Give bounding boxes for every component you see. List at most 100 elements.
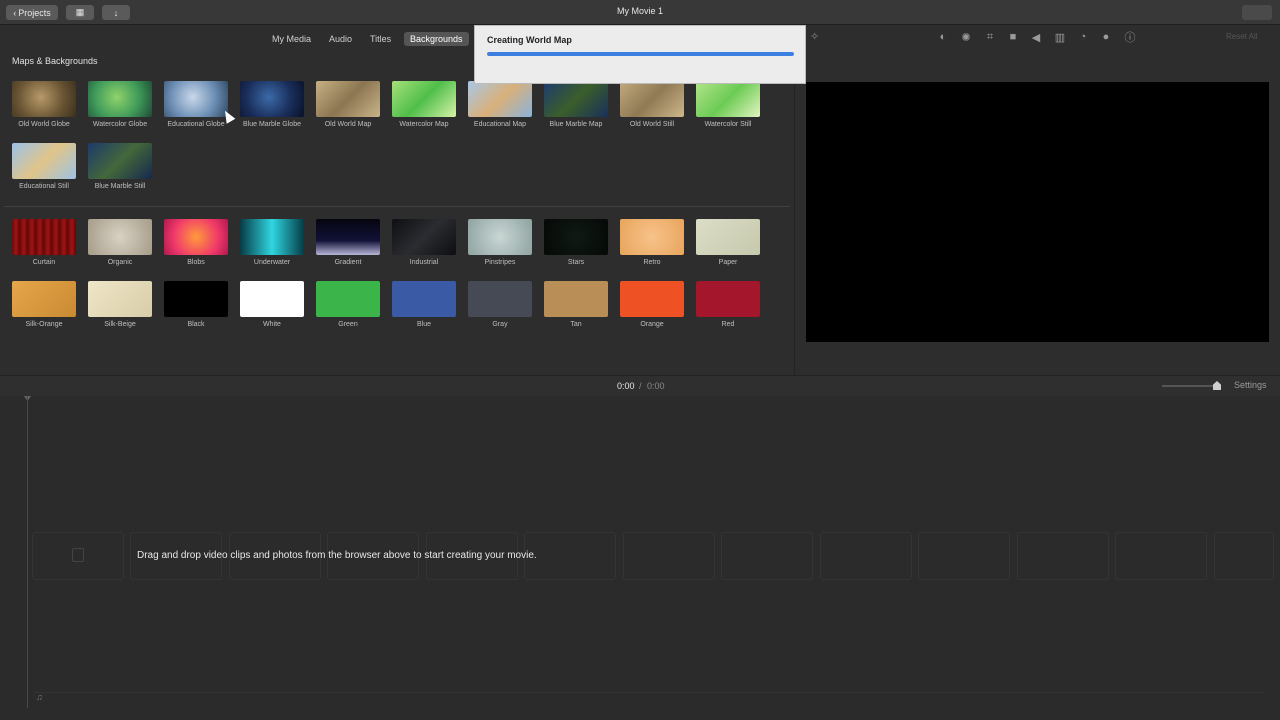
background-thumbnail (696, 219, 760, 255)
map-label: Old World Map (324, 121, 372, 128)
background-tile[interactable]: Tan (543, 281, 609, 331)
playhead[interactable] (27, 396, 28, 708)
share-button[interactable] (1242, 5, 1272, 20)
background-tile[interactable]: Gradient (315, 219, 381, 269)
map-tile[interactable]: Blue Marble Map (543, 81, 609, 131)
projects-button[interactable]: ‹ Projects (6, 5, 58, 20)
background-thumbnail (240, 281, 304, 317)
magic-wand-icon[interactable]: ✧ (810, 30, 819, 43)
background-tile[interactable]: White (239, 281, 305, 331)
background-thumbnail (620, 219, 684, 255)
background-tile[interactable]: Silk-Orange (11, 281, 77, 331)
stabilization-icon[interactable]: ■ (1006, 30, 1020, 44)
background-label: Gradient (334, 259, 362, 266)
tab-my-media[interactable]: My Media (266, 32, 317, 46)
film-strip-icon: ▦ (75, 7, 85, 17)
time-separator: / (639, 381, 642, 391)
map-tile[interactable]: Watercolor Still (695, 81, 761, 131)
background-thumbnail (12, 219, 76, 255)
background-thumbnail (240, 219, 304, 255)
background-label: Blue (416, 321, 431, 328)
map-thumbnail (620, 81, 684, 117)
map-tile[interactable]: Watercolor Globe (87, 81, 153, 131)
zoom-slider-knob[interactable] (1213, 381, 1221, 390)
map-tile[interactable]: Educational Globe (163, 81, 229, 131)
background-label: Paper (718, 259, 738, 266)
timeline-slot (918, 532, 1010, 580)
background-label: Pinstripes (484, 259, 516, 266)
map-tile[interactable]: Educational Still (11, 143, 77, 193)
map-tile[interactable]: Old World Still (619, 81, 685, 131)
map-tile[interactable]: Blue Marble Globe (239, 81, 305, 131)
background-tile[interactable]: Black (163, 281, 229, 331)
settings-button[interactable]: Settings (1234, 380, 1267, 390)
timeline-slot (623, 532, 715, 580)
equalizer-icon[interactable]: ▥ (1053, 30, 1067, 44)
map-label: Old World Globe (18, 121, 70, 128)
tab-backgrounds[interactable]: Backgrounds (404, 32, 469, 46)
color-balance-icon[interactable]: ◐ (936, 30, 950, 44)
map-thumbnail (88, 81, 152, 117)
map-tile[interactable]: Blue Marble Still (87, 143, 153, 193)
background-tile[interactable]: Retro (619, 219, 685, 269)
reset-all-button[interactable]: Reset All (1226, 32, 1258, 41)
import-button[interactable]: ↓ (102, 5, 130, 20)
background-thumbnail (316, 281, 380, 317)
map-tile[interactable]: Old World Globe (11, 81, 77, 131)
crop-icon[interactable]: ⌗ (983, 30, 997, 44)
map-thumbnail (12, 81, 76, 117)
background-tile[interactable]: Gray (467, 281, 533, 331)
background-thumbnail (620, 281, 684, 317)
map-label: Old World Still (629, 121, 675, 128)
background-tile[interactable]: Orange (619, 281, 685, 331)
timeline[interactable]: Drag and drop video clips and photos fro… (0, 396, 1280, 720)
background-tile[interactable]: Stars (543, 219, 609, 269)
progress-bar-fill (487, 52, 794, 56)
background-thumbnail (468, 281, 532, 317)
map-thumbnail (164, 81, 228, 117)
background-tile[interactable]: Organic (87, 219, 153, 269)
volume-icon[interactable]: ◀ (1029, 30, 1043, 44)
progress-bar (487, 52, 794, 56)
map-tile[interactable]: Educational Map (467, 81, 533, 131)
background-label: Red (721, 321, 735, 328)
background-tile[interactable]: Paper (695, 219, 761, 269)
map-thumbnail (544, 81, 608, 117)
background-thumbnail (316, 219, 380, 255)
clip-placeholder-icon (72, 548, 84, 562)
background-label: Blobs (187, 259, 205, 266)
background-tile[interactable]: Green (315, 281, 381, 331)
time-bar: 0:00 / 0:00 Settings (0, 375, 1280, 395)
background-tile[interactable]: Curtain (11, 219, 77, 269)
media-library-button[interactable]: ▦ (66, 5, 94, 20)
background-tile[interactable]: Blobs (163, 219, 229, 269)
zoom-slider-track[interactable] (1162, 385, 1218, 387)
background-thumbnail (468, 219, 532, 255)
filter-icon[interactable]: ● (1099, 30, 1113, 44)
background-label: Retro (643, 259, 661, 266)
background-thumbnail (88, 281, 152, 317)
map-tile[interactable]: Watercolor Map (391, 81, 457, 131)
background-tile[interactable]: Blue (391, 281, 457, 331)
backgrounds-browser: Maps & Backgrounds Old World Globe Waterc… (0, 50, 794, 375)
map-label: Educational Still (19, 183, 69, 190)
map-label: Educational Globe (167, 121, 225, 128)
color-correction-icon[interactable]: ✺ (959, 30, 973, 44)
background-tile[interactable]: Industrial (391, 219, 457, 269)
background-tile[interactable]: Pinstripes (467, 219, 533, 269)
background-tile[interactable]: Silk-Beige (87, 281, 153, 331)
background-label: Silk-Beige (104, 321, 136, 328)
map-label: Blue Marble Map (549, 121, 603, 128)
info-icon[interactable]: ⓘ (1123, 30, 1137, 44)
chevron-left-icon: ‹ (13, 7, 17, 18)
map-thumbnail (696, 81, 760, 117)
background-tile[interactable]: Red (695, 281, 761, 331)
map-tile[interactable]: Old World Map (315, 81, 381, 131)
speed-icon[interactable]: ◔ (1076, 30, 1090, 44)
preview-viewer (806, 82, 1269, 342)
tab-titles[interactable]: Titles (364, 32, 397, 46)
background-tile[interactable]: Underwater (239, 219, 305, 269)
background-label: Green (338, 321, 358, 328)
title-bar: ‹ Projects ▦ ↓ My Movie 1 (0, 0, 1280, 25)
tab-audio[interactable]: Audio (323, 32, 358, 46)
